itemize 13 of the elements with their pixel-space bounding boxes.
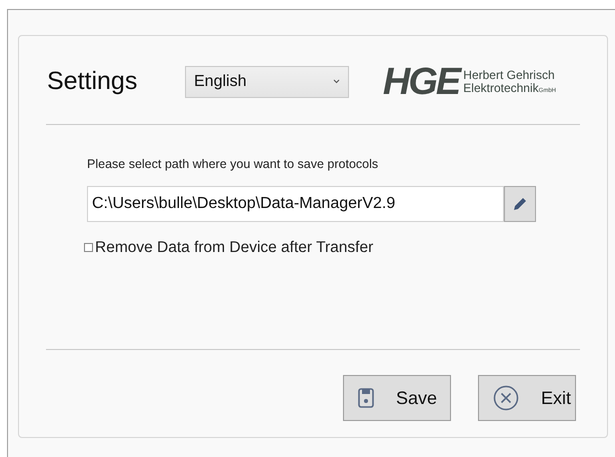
pencil-icon bbox=[512, 196, 528, 212]
company-name: Herbert Gehrisch bbox=[463, 69, 556, 82]
settings-title: Settings bbox=[47, 66, 138, 98]
path-field[interactable]: C:\Users\bulle\Desktop\Data-ManagerV2.9 bbox=[87, 186, 504, 222]
logo-mark: HGE bbox=[382, 63, 460, 101]
checkbox[interactable] bbox=[84, 242, 93, 252]
exit-button[interactable]: Exit bbox=[478, 375, 576, 421]
edit-path-button[interactable] bbox=[504, 186, 536, 222]
checkbox-label: Remove Data from Device after Transfer bbox=[95, 238, 374, 258]
save-button[interactable]: Save bbox=[343, 375, 451, 421]
language-dropdown[interactable]: English bbox=[185, 66, 349, 98]
close-icon bbox=[493, 385, 519, 411]
path-label: Please select path where you want to save protocols bbox=[87, 156, 380, 173]
